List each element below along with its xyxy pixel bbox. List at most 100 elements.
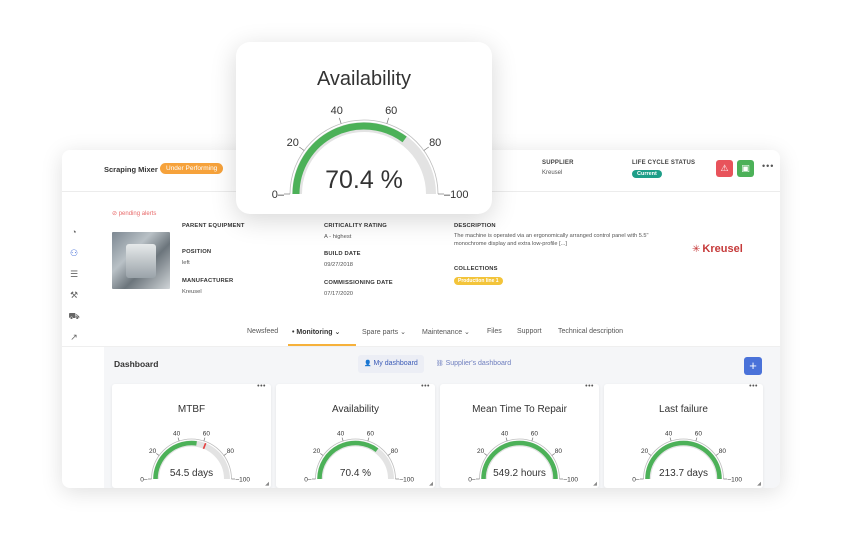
gauge-chart: 0– 20 40 60 80 –100 549.2 hours xyxy=(468,431,578,484)
commissioning-value: 07/17/2020 xyxy=(324,291,354,297)
gauge-value: 70.4 % xyxy=(325,166,403,194)
tab-technical-description[interactable]: Technical description xyxy=(558,328,623,335)
gauge-tick xyxy=(648,453,652,456)
asset-name: Scraping Mixer xyxy=(104,165,158,174)
widget-mtbf[interactable]: ••• MTBF 0– 20 40 60 80 –100 54.5 days ◢ xyxy=(112,383,271,488)
dashboard-area: Dashboard 👤 My dashboard ⛓ Supplier's da… xyxy=(104,347,780,488)
report-button[interactable]: ▣ xyxy=(737,160,754,177)
parent-equipment-label: PARENT EQUIPMENT xyxy=(182,223,245,229)
gauge-tick-label: –100 xyxy=(236,476,251,483)
gauge-tick-label: 0– xyxy=(272,189,285,201)
tab-suppliers-dashboard[interactable]: ⛓ Supplier's dashboard xyxy=(430,355,517,373)
widget-last-failure[interactable]: ••• Last failure 0– 20 40 60 80 –100 213.7 day… xyxy=(604,383,763,488)
lifecycle-label: LIFE CYCLE STATUS xyxy=(632,160,696,166)
collection-badge[interactable]: Production line 1 xyxy=(454,277,503,285)
brand-mark-icon: ✳ xyxy=(692,244,701,255)
widget-menu-icon[interactable]: ••• xyxy=(257,383,266,390)
tab-support[interactable]: Support xyxy=(517,328,542,335)
manufacturer-label: MANUFACTURER xyxy=(182,278,234,284)
gauge-tick-label: 0– xyxy=(304,476,312,483)
tab-my-dashboard[interactable]: 👤 My dashboard xyxy=(358,355,424,373)
gauge-tick-label: 80 xyxy=(719,448,727,455)
criticality-value: A - highest xyxy=(324,234,352,240)
gauge-tick xyxy=(531,437,534,442)
widget-title: Last failure xyxy=(659,404,708,415)
gauge-tick-label: 40 xyxy=(501,431,509,438)
widget-menu-icon[interactable]: ••• xyxy=(749,383,758,390)
tab-spare-parts[interactable]: Spare parts ⌄ xyxy=(362,328,406,336)
gauge-tick xyxy=(299,146,305,151)
gauge-chart: 0– 20 40 60 80 –100 213.7 days xyxy=(632,431,743,484)
brand-name: Kreusel xyxy=(702,243,743,255)
report-icon: ▣ xyxy=(741,163,750,173)
gauge-tick-label: 80 xyxy=(391,448,399,455)
widget-mttr[interactable]: ••• Mean Time To Repair 0– 20 40 60 80 –100 54… xyxy=(440,383,599,488)
gauge-tick-label: –100 xyxy=(728,476,743,483)
gauge-tick-label: 0– xyxy=(632,476,640,483)
gauge-tick xyxy=(341,437,344,442)
hierarchy-icon[interactable]: ⚇ xyxy=(68,247,80,259)
link-icon: ⛓ xyxy=(436,361,444,367)
tab-monitoring[interactable]: • Monitoring ⌄ xyxy=(292,328,340,336)
criticality-label: CRITICALITY RATING xyxy=(324,223,387,229)
gauge-tick-label: 60 xyxy=(367,431,375,438)
manufacturer-value: Kreusel xyxy=(182,289,202,295)
build-date-label: BUILD DATE xyxy=(324,251,361,257)
asset-tabs: Newsfeed • Monitoring ⌄ Spare parts ⌄ Ma… xyxy=(62,322,780,346)
gauge-tick xyxy=(177,437,180,442)
tab-my-dashboard-label: My dashboard xyxy=(373,360,418,367)
build-date-value: 09/27/2018 xyxy=(324,262,354,268)
alert-button[interactable]: ⚠ xyxy=(716,160,733,177)
layers-icon[interactable]: ☰ xyxy=(68,268,80,280)
wrench-icon[interactable]: ⚒ xyxy=(68,289,80,301)
gauge-tick xyxy=(156,453,160,456)
description-value: The machine is operated via an ergonomic… xyxy=(454,233,649,247)
availability-zoom-card: Availability 0– 20 40 60 80 –100 70.4 % xyxy=(236,42,492,214)
gauge-tick-label: 60 xyxy=(203,431,211,438)
gauge-tick-label: 80 xyxy=(429,137,441,149)
stage: Scraping Mixer Under Performing SUPPLIER… xyxy=(0,0,845,550)
gauge-tick xyxy=(386,117,390,124)
gauge-tick-label: 20 xyxy=(287,137,299,149)
description-more-link[interactable]: [...] xyxy=(559,241,567,247)
widget-title: Availability xyxy=(331,404,380,415)
description-label: DESCRIPTION xyxy=(454,223,496,229)
widget-menu-icon[interactable]: ••• xyxy=(421,383,430,390)
gauge-tick xyxy=(423,146,429,151)
tab-files[interactable]: Files xyxy=(487,328,502,335)
supplier-value: Kreusel xyxy=(542,170,563,176)
user-icon: 👤 xyxy=(364,361,372,367)
widget-menu-icon[interactable]: ••• xyxy=(585,383,594,390)
add-widget-button[interactable]: + xyxy=(744,357,762,375)
tab-maintenance[interactable]: Maintenance ⌄ xyxy=(422,328,470,336)
resize-handle-icon[interactable]: ◢ xyxy=(429,481,433,487)
gauge-tick-label: 0– xyxy=(468,476,476,483)
cart-icon[interactable]: ⛟ xyxy=(68,310,80,322)
warning-icon: ⚠ xyxy=(720,163,729,173)
widget-title: Mean Time To Repair xyxy=(472,404,567,415)
gauge-icon[interactable]: ◔ xyxy=(68,226,80,238)
pending-alerts-link[interactable]: ⊘ pending alerts xyxy=(112,210,156,217)
position-label: POSITION xyxy=(182,249,212,255)
gauge-chart-large: 0– 20 40 60 80 –100 70.4 % xyxy=(272,105,469,201)
gauge-tick-label: 80 xyxy=(227,448,235,455)
description-text: The machine is operated via an ergonomic… xyxy=(454,232,654,248)
resize-handle-icon[interactable]: ◢ xyxy=(265,481,269,487)
gauge-tick-label: 40 xyxy=(337,431,345,438)
gauge-tick-label: 80 xyxy=(555,448,563,455)
widget-availability[interactable]: ••• Availability 0– 20 40 60 80 –100 70.4 % ◢ xyxy=(276,383,435,488)
tab-newsfeed[interactable]: Newsfeed xyxy=(247,328,278,335)
gauge-tick-label: 40 xyxy=(665,431,673,438)
gauge-tick-label: 60 xyxy=(695,431,703,438)
commissioning-label: COMMISSIONING DATE xyxy=(324,280,393,286)
brand-logo: ✳ Kreusel xyxy=(692,243,743,255)
gauge-tick xyxy=(338,117,342,124)
machine-photo xyxy=(112,232,170,289)
gauge-tick xyxy=(695,437,698,442)
gauge-value: 70.4 % xyxy=(340,468,371,479)
more-menu-icon[interactable]: ••• xyxy=(762,161,774,171)
resize-handle-icon[interactable]: ◢ xyxy=(593,481,597,487)
supplier-label: SUPPLIER xyxy=(542,160,574,166)
resize-handle-icon[interactable]: ◢ xyxy=(757,481,761,487)
gauge-tick-label: 20 xyxy=(313,448,321,455)
